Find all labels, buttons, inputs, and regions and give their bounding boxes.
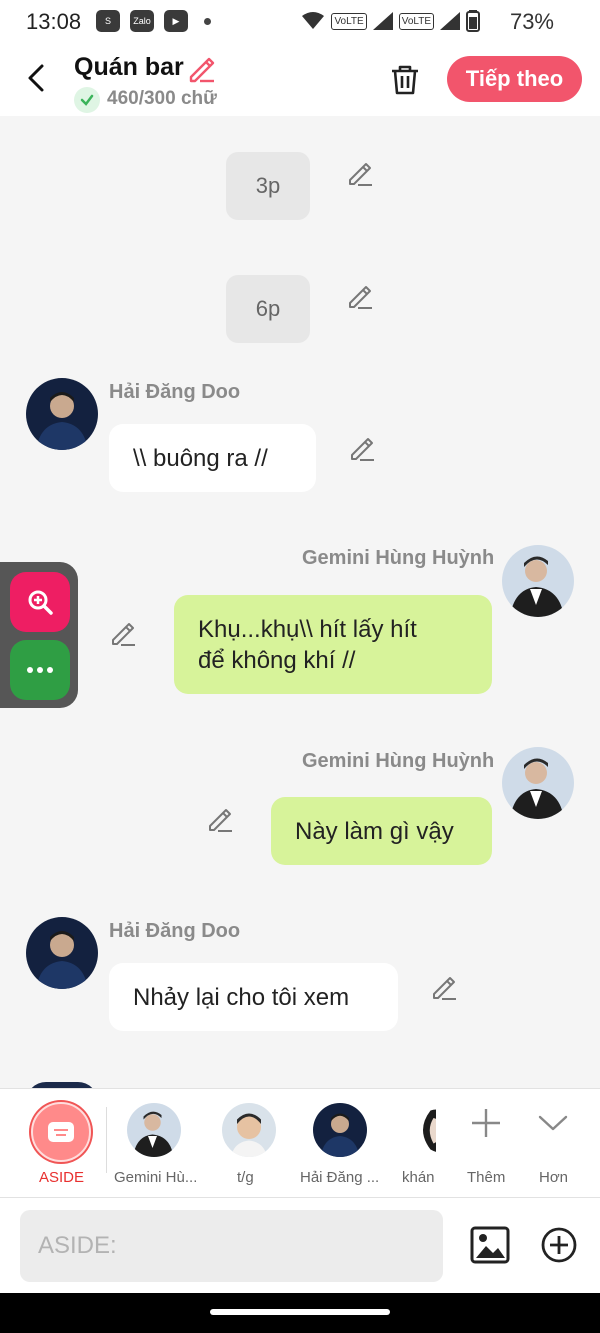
status-bar: 13:08 S Zalo ▶ VoLTE VoLTE 73% xyxy=(0,0,600,44)
wifi-icon xyxy=(302,12,325,29)
word-count: 460/300 chữ xyxy=(107,88,217,109)
character-label: Hải Đăng ... xyxy=(300,1169,380,1186)
character-hai-dang[interactable] xyxy=(313,1103,367,1157)
character-tg[interactable] xyxy=(222,1103,276,1157)
floating-tools-panel xyxy=(0,562,78,708)
message-line: Khụ...khụ\\ hít lấy hít xyxy=(198,615,417,643)
battery-icon xyxy=(466,10,480,32)
battery-percent: 73% xyxy=(509,9,554,34)
avatar-gemini[interactable] xyxy=(502,545,574,617)
edit-icon[interactable] xyxy=(109,620,137,648)
aside-button[interactable] xyxy=(31,1102,91,1162)
sender-name: Hải Đăng Doo xyxy=(109,920,241,942)
back-arrow-icon[interactable] xyxy=(22,60,50,96)
signal-icon xyxy=(372,12,393,30)
message-input[interactable] xyxy=(20,1210,443,1282)
volte-badge: VoLTE xyxy=(398,12,434,30)
image-icon[interactable] xyxy=(470,1226,510,1264)
system-nav-bar xyxy=(0,1293,600,1333)
edit-title-icon[interactable] xyxy=(186,54,216,84)
avatar-hai-dang[interactable] xyxy=(26,378,98,450)
edit-icon[interactable] xyxy=(206,806,234,834)
status-time: 13:08 xyxy=(26,9,82,34)
trash-icon[interactable] xyxy=(388,62,422,96)
time-chip[interactable]: 6p xyxy=(226,275,310,343)
check-icon xyxy=(74,87,100,113)
divider xyxy=(106,1107,107,1173)
next-button[interactable]: Tiếp theo xyxy=(447,56,582,102)
chevron-down-icon[interactable] xyxy=(537,1107,569,1139)
zalo-icon: Zalo xyxy=(130,10,154,32)
youtube-icon: ▶ xyxy=(164,10,188,32)
character-label: t/g xyxy=(237,1169,254,1186)
aside-icon xyxy=(48,1122,74,1142)
character-khan[interactable] xyxy=(408,1103,436,1157)
notification-dot-icon xyxy=(204,17,211,25)
message-bubble[interactable]: \\ buông ra // xyxy=(109,424,316,492)
more-label[interactable]: Thêm xyxy=(467,1169,505,1186)
edit-icon[interactable] xyxy=(430,974,458,1002)
volte-badge: VoLTE xyxy=(331,12,367,30)
story-title: Quán bar xyxy=(74,53,184,81)
more-button[interactable] xyxy=(10,640,70,700)
sender-name: Gemini Hùng Huỳnh xyxy=(302,750,495,772)
aside-label: ASIDE xyxy=(39,1169,85,1186)
sender-name: Gemini Hùng Huỳnh xyxy=(302,547,495,569)
add-circle-icon[interactable] xyxy=(540,1226,578,1264)
shopee-icon: S xyxy=(96,10,120,32)
sender-name: Hải Đăng Doo xyxy=(109,381,241,403)
more-dots-icon xyxy=(27,667,53,673)
message-bubble[interactable]: Này làm gì vậy xyxy=(271,797,492,865)
zoom-in-icon xyxy=(28,590,53,615)
edit-icon[interactable] xyxy=(346,283,374,311)
avatar-gemini[interactable] xyxy=(502,747,574,819)
message-bubble[interactable]: Khụ...khụ\\ hít lấy hít để không khí // xyxy=(174,595,492,694)
message-line: để không khí // xyxy=(198,646,356,674)
character-label: khán xyxy=(402,1169,435,1186)
character-bar: ASIDE Gemini Hù... t/g Hải Đăng ... khán… xyxy=(0,1088,600,1197)
edit-icon[interactable] xyxy=(348,435,376,463)
message-bubble[interactable]: Nhảy lại cho tôi xem xyxy=(109,963,398,1031)
input-bar xyxy=(0,1197,600,1294)
avatar-hai-dang[interactable] xyxy=(26,917,98,989)
app-header: Quán bar 460/300 chữ Tiếp theo xyxy=(0,44,600,116)
zoom-button[interactable] xyxy=(10,572,70,632)
home-indicator[interactable] xyxy=(210,1309,390,1315)
time-chip[interactable]: 3p xyxy=(226,152,310,220)
character-label: Gemini Hù... xyxy=(114,1169,196,1186)
less-label[interactable]: Hơn xyxy=(539,1169,568,1186)
signal-icon xyxy=(440,12,460,30)
edit-icon[interactable] xyxy=(346,160,374,188)
character-gemini[interactable] xyxy=(127,1103,181,1157)
add-character-icon[interactable] xyxy=(470,1107,502,1139)
